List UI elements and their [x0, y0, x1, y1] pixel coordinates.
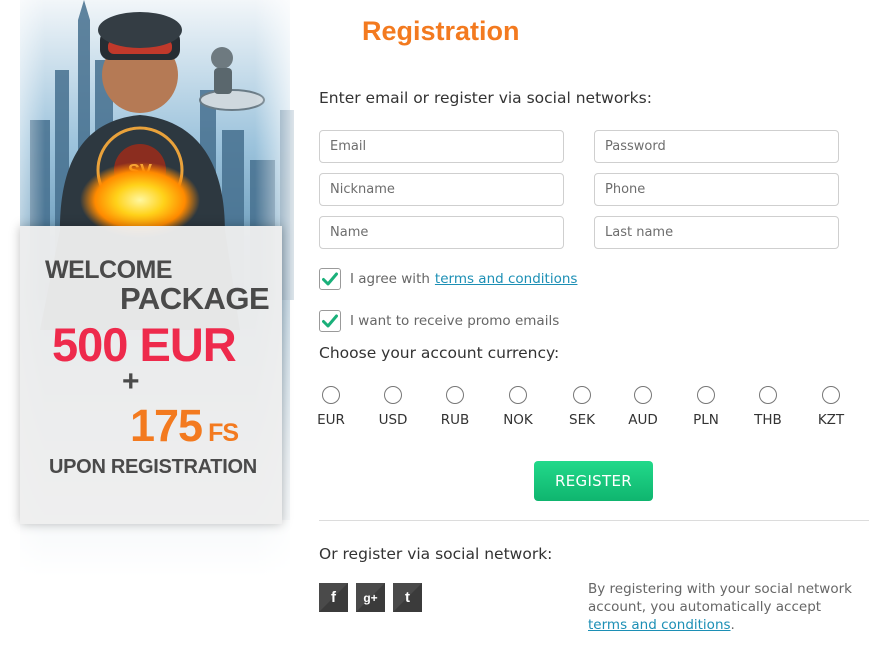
social-note-text: By registering with your social network … [588, 581, 852, 615]
email-field[interactable] [319, 130, 564, 163]
check-icon [322, 314, 338, 328]
currency-option-thb[interactable]: THB [748, 386, 788, 428]
currency-radio[interactable] [573, 386, 591, 404]
page-title: Registration [362, 16, 520, 46]
promo-banner: SV WELCOME PACKAGE 500 EUR + 175FS UPON … [0, 0, 300, 580]
password-field[interactable] [594, 130, 839, 163]
promo-spins-unit: FS [208, 419, 239, 447]
currency-radio[interactable] [759, 386, 777, 404]
form-intro: Enter email or register via social netwo… [319, 89, 652, 107]
promo-amount: 500 EUR [52, 318, 237, 371]
currency-radio[interactable] [509, 386, 527, 404]
promo-emails-checkbox[interactable] [319, 310, 341, 332]
twitter-icon: t [405, 589, 410, 606]
name-field[interactable] [319, 216, 564, 249]
currency-label: KZT [817, 412, 845, 428]
currency-label: USD [378, 412, 408, 428]
promo-free-spins: 175 FS [130, 400, 239, 452]
currency-label: PLN [693, 412, 719, 428]
section-divider [319, 520, 869, 521]
google-plus-button[interactable]: g+ [356, 583, 385, 612]
phone-field[interactable] [594, 173, 839, 206]
social-title: Or register via social network: [319, 545, 553, 563]
facebook-button[interactable]: f [319, 583, 348, 612]
currency-radio[interactable] [322, 386, 340, 404]
check-icon [322, 272, 338, 286]
promo-spins-number: 175 [130, 400, 203, 451]
promo-emails-row: I want to receive promo emails [319, 310, 559, 332]
welcome-package-card: WELCOME PACKAGE 500 EUR + 175 FS UPON REG… [20, 226, 282, 524]
terms-checkbox[interactable] [319, 268, 341, 290]
nickname-field[interactable] [319, 173, 564, 206]
currency-title: Choose your account currency: [319, 344, 560, 362]
currency-radio[interactable] [822, 386, 840, 404]
currency-label: THB [754, 412, 782, 428]
currency-label: AUD [628, 412, 658, 428]
currency-label: NOK [503, 412, 533, 428]
currency-option-sek[interactable]: SEK [562, 386, 602, 428]
currency-radio[interactable] [384, 386, 402, 404]
twitter-button[interactable]: t [393, 583, 422, 612]
terms-link[interactable]: terms and conditions [435, 271, 578, 287]
google-plus-icon: g+ [363, 590, 378, 605]
currency-option-pln[interactable]: PLN [686, 386, 726, 428]
currency-label: RUB [440, 412, 470, 428]
currency-radio[interactable] [697, 386, 715, 404]
promo-plus: + [122, 365, 140, 398]
promo-package: PACKAGE [120, 281, 270, 316]
currency-option-eur[interactable]: EUR [311, 386, 351, 428]
currency-label: EUR [317, 412, 345, 428]
currency-label: SEK [569, 412, 595, 428]
currency-option-aud[interactable]: AUD [623, 386, 663, 428]
promo-upon-registration: UPON REGISTRATION [49, 456, 257, 478]
facebook-icon: f [331, 589, 336, 606]
promo-emails-label: I want to receive promo emails [350, 313, 560, 329]
currency-radio[interactable] [634, 386, 652, 404]
terms-label: I agree with [350, 271, 430, 287]
currency-option-usd[interactable]: USD [373, 386, 413, 428]
social-note-end: . [730, 617, 735, 633]
currency-radio[interactable] [446, 386, 464, 404]
social-terms-note: By registering with your social network … [588, 580, 858, 634]
currency-option-kzt[interactable]: KZT [811, 386, 851, 428]
terms-agreement-row: I agree with terms and conditions [319, 268, 577, 290]
last-name-field[interactable] [594, 216, 839, 249]
social-terms-link[interactable]: terms and conditions [588, 617, 731, 633]
currency-option-nok[interactable]: NOK [498, 386, 538, 428]
register-button[interactable]: REGISTER [534, 461, 653, 501]
currency-option-rub[interactable]: RUB [435, 386, 475, 428]
